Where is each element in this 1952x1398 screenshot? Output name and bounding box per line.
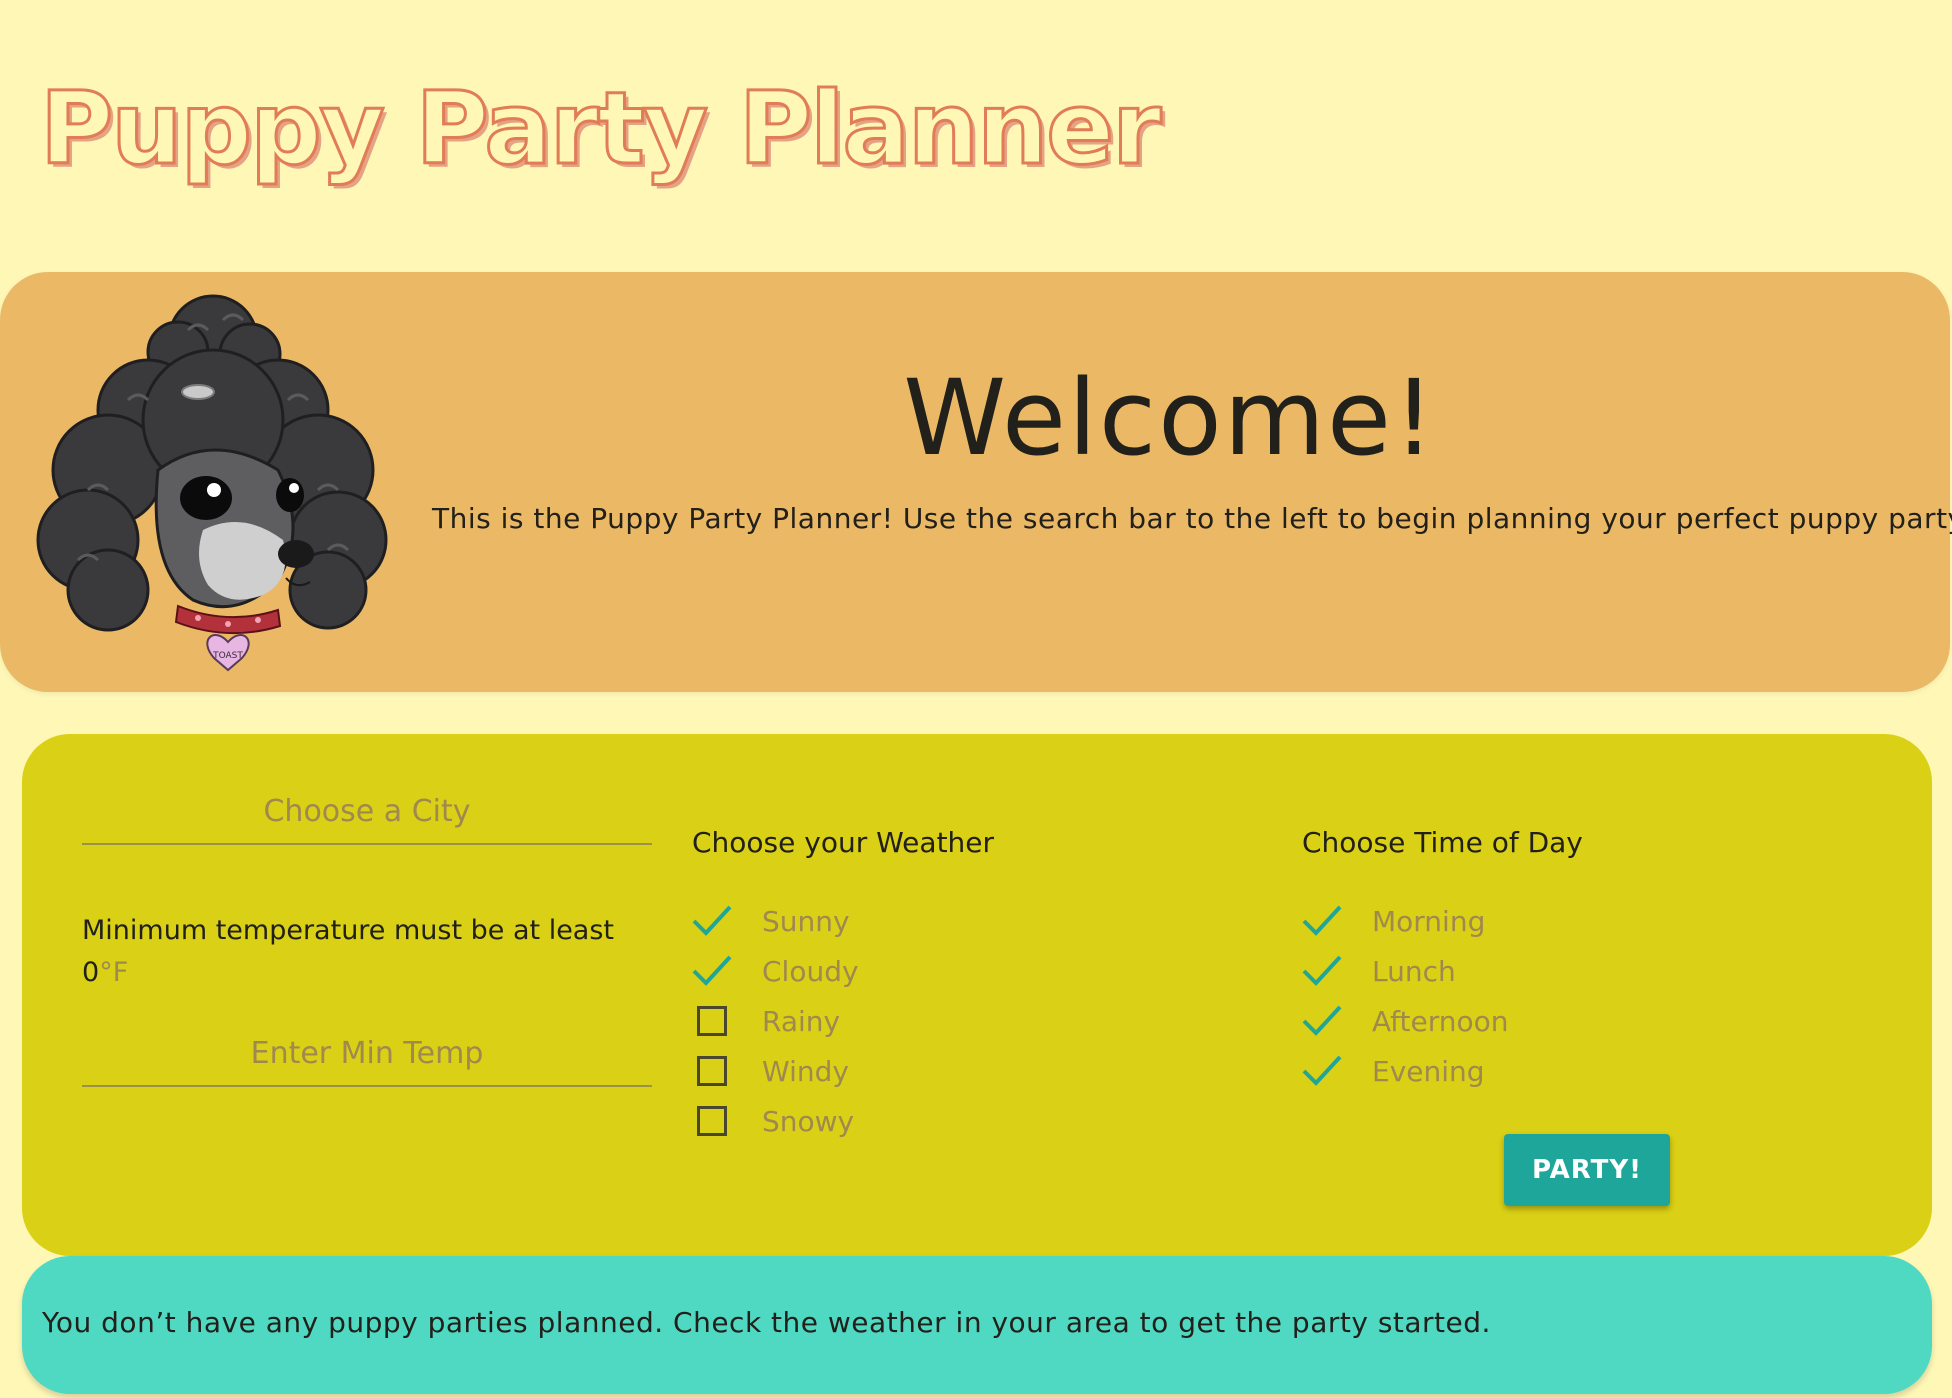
poodle-illustration: TOAST (36, 294, 388, 672)
weather-option-rainy[interactable]: Rainy (690, 996, 859, 1046)
weather-option-label: Cloudy (762, 954, 859, 988)
min-temp-input[interactable] (82, 1036, 652, 1085)
min-temp-field (82, 1036, 652, 1087)
time-options: Morning Lunch Afternoon Evening (1300, 896, 1509, 1096)
weather-option-sunny[interactable]: Sunny (690, 896, 859, 946)
time-option-label: Afternoon (1372, 1004, 1509, 1038)
time-option-label: Morning (1372, 904, 1486, 938)
welcome-card: TOAST Welcome! This is the Puppy Party P… (0, 272, 1952, 692)
welcome-text: This is the Puppy Party Planner! Use the… (432, 502, 1952, 535)
checkmark-icon[interactable] (690, 899, 734, 943)
checkmark-icon[interactable] (1300, 949, 1344, 993)
weather-group-title: Choose your Weather (692, 826, 995, 859)
empty-checkbox-icon[interactable] (690, 999, 734, 1043)
time-option-evening[interactable]: Evening (1300, 1046, 1509, 1096)
empty-checkbox-icon[interactable] (690, 1049, 734, 1093)
weather-option-windy[interactable]: Windy (690, 1046, 859, 1096)
min-temp-value: 0 (82, 957, 100, 988)
time-option-morning[interactable]: Morning (1300, 896, 1509, 946)
party-form-card: Minimum temperature must be at least 0°F… (22, 734, 1932, 1256)
party-button[interactable]: PARTY! (1504, 1134, 1670, 1206)
time-option-lunch[interactable]: Lunch (1300, 946, 1509, 996)
weather-option-label: Windy (762, 1054, 849, 1088)
tag-label: TOAST (212, 651, 243, 661)
empty-checkbox-icon[interactable] (690, 1099, 734, 1143)
parties-card: You don’t have any puppy parties planned… (22, 1256, 1932, 1394)
weather-option-label: Sunny (762, 904, 850, 938)
checkmark-icon[interactable] (690, 949, 734, 993)
weather-option-label: Snowy (762, 1104, 855, 1138)
time-option-label: Lunch (1372, 954, 1456, 988)
weather-option-snowy[interactable]: Snowy (690, 1096, 859, 1146)
checkmark-icon[interactable] (1300, 899, 1344, 943)
city-input[interactable] (82, 794, 652, 843)
city-field (82, 794, 652, 845)
min-temp-unit: °F (99, 957, 129, 988)
weather-option-cloudy[interactable]: Cloudy (690, 946, 859, 996)
welcome-heading: Welcome! (903, 357, 1437, 479)
empty-parties-message: You don’t have any puppy parties planned… (42, 1306, 1491, 1339)
app-title: Puppy Party Planner (38, 69, 1162, 189)
checkmark-icon[interactable] (1300, 999, 1344, 1043)
weather-options: Sunny Cloudy Rainy Windy Snowy (690, 896, 859, 1146)
time-group-title: Choose Time of Day (1302, 826, 1583, 859)
weather-option-label: Rainy (762, 1004, 841, 1038)
min-temp-note: Minimum temperature must be at least 0°F (82, 910, 642, 994)
checkmark-icon[interactable] (1300, 1049, 1344, 1093)
min-temp-note-text: Minimum temperature must be at least (82, 915, 615, 946)
time-option-afternoon[interactable]: Afternoon (1300, 996, 1509, 1046)
time-option-label: Evening (1372, 1054, 1485, 1088)
